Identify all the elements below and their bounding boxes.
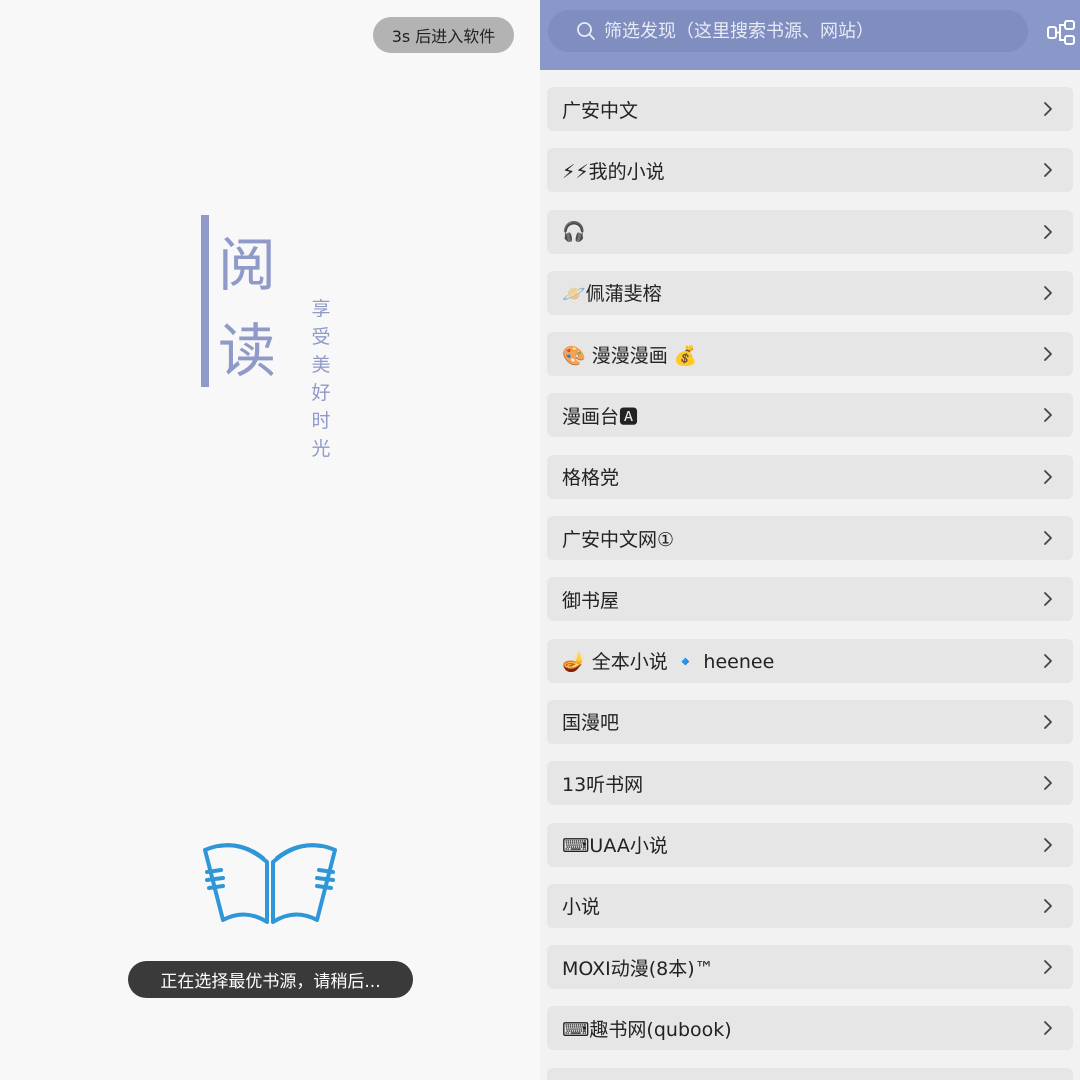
app-title: 阅 读: [218, 222, 288, 394]
source-label: 🎧: [562, 221, 586, 244]
chevron-right-icon: [1044, 531, 1052, 545]
chevron-right-icon: [1044, 224, 1052, 239]
source-label: ⌨趣书网(qubook): [562, 1018, 732, 1041]
open-book-icon: [203, 843, 337, 924]
chevron-right-icon: [1044, 102, 1052, 116]
slogan-char: 时: [311, 410, 331, 432]
chevron-right-icon: [1044, 285, 1052, 300]
source-label: 广安中文网①: [562, 528, 675, 551]
source-list-item[interactable]: 小说: [547, 883, 1073, 928]
source-list-item[interactable]: 13听书网: [547, 761, 1073, 806]
status-toast: 正在选择最优书源，请稍后...: [128, 961, 413, 998]
chevron-right-icon: [1044, 1021, 1052, 1036]
source-label: 13听书网: [562, 773, 644, 796]
skip-button[interactable]: 3s 后进入软件: [373, 17, 514, 53]
app-title-char: 读: [218, 317, 277, 385]
source-list-item[interactable]: 广安中文网①: [547, 516, 1073, 561]
source-label: 🪐佩蒲斐榕: [562, 283, 662, 306]
source-label: MOXI动漫(8本)™: [562, 957, 714, 980]
source-list-item[interactable]: 🪔 全本小说 🔹 heenee: [547, 638, 1073, 683]
chevron-right-icon: [1044, 653, 1052, 668]
chevron-right-icon: [1044, 163, 1052, 178]
search-input[interactable]: [602, 19, 1028, 43]
brand-accent-bar: [201, 215, 209, 387]
chevron-right-icon: [1044, 347, 1052, 362]
source-list: 广安中文 ⚡⚡我的小说 🎧 🪐佩蒲斐榕 🎨 漫漫漫画 💰 漫画台🅰 格格党广安中文网① 御书屋…: [547, 87, 1073, 1080]
chevron-right-icon: [1044, 592, 1052, 607]
slogan: 享 受 美 好 时 光: [309, 295, 333, 463]
source-list-item[interactable]: ⚡⚡我的小说: [547, 148, 1073, 193]
source-label: 小说: [562, 896, 601, 919]
source-list-item[interactable]: 🪐佩蒲斐榕: [547, 270, 1073, 315]
source-list-item[interactable]: 广安中文: [547, 87, 1073, 131]
source-label: 格格党: [562, 467, 620, 490]
source-label: 🪔 全本小说 🔹 heenee: [562, 651, 775, 674]
discover-header: [540, 0, 1080, 70]
source-list-item[interactable]: ⌨UAA小说: [547, 822, 1073, 867]
source-list-item[interactable]: 漫画台🅰: [547, 393, 1073, 438]
source-list-item[interactable]: ⌨趣书网(qubook): [547, 1006, 1073, 1051]
chevron-right-icon: [1044, 898, 1052, 913]
chevron-right-icon: [1044, 837, 1052, 852]
source-list-item[interactable]: 国漫吧: [547, 699, 1073, 744]
source-list-item[interactable]: 御书屋: [547, 577, 1073, 622]
source-label: 广安中文: [562, 99, 639, 122]
slogan-char: 光: [311, 438, 331, 460]
chevron-right-icon: [1044, 469, 1052, 484]
slogan-char: 好: [311, 382, 331, 404]
source-list-item[interactable]: 格格党: [547, 454, 1073, 499]
source-list-item[interactable]: 🎨 漫漫漫画 💰: [547, 332, 1073, 377]
source-list-item[interactable]: MOXI动漫(8本)™: [547, 945, 1073, 990]
chevron-right-icon: [1044, 408, 1052, 423]
slogan-char: 受: [311, 326, 331, 348]
source-label: ⚡⚡我的小说: [562, 160, 665, 183]
discover-panel: 广安中文 ⚡⚡我的小说 🎧 🪐佩蒲斐榕 🎨 漫漫漫画 💰 漫画台🅰 格格党广安中文网① 御书屋…: [540, 0, 1080, 1080]
source-list-item[interactable]: 🎧: [547, 209, 1073, 254]
chevron-right-icon: [1044, 776, 1052, 791]
source-label: 🎨 漫漫漫画 💰: [562, 344, 698, 367]
source-label: 御书屋: [562, 589, 620, 612]
group-tree-icon[interactable]: [1046, 19, 1076, 47]
splash-panel: 3s 后进入软件 阅 读 享 受 美 好 时 光 正在选择最优书源，请稍后...: [0, 0, 540, 1080]
source-list-item[interactable]: [547, 1067, 1073, 1080]
source-label: ⌨UAA小说: [562, 835, 668, 858]
search-box[interactable]: [548, 10, 1028, 52]
source-label: 漫画台🅰: [562, 405, 639, 428]
search-icon: [577, 22, 595, 40]
slogan-char: 美: [311, 354, 331, 376]
slogan-char: 享: [311, 298, 331, 320]
app-title-char: 阅: [218, 231, 277, 299]
chevron-right-icon: [1044, 715, 1052, 729]
chevron-right-icon: [1044, 960, 1052, 975]
source-label: 国漫吧: [562, 712, 620, 735]
